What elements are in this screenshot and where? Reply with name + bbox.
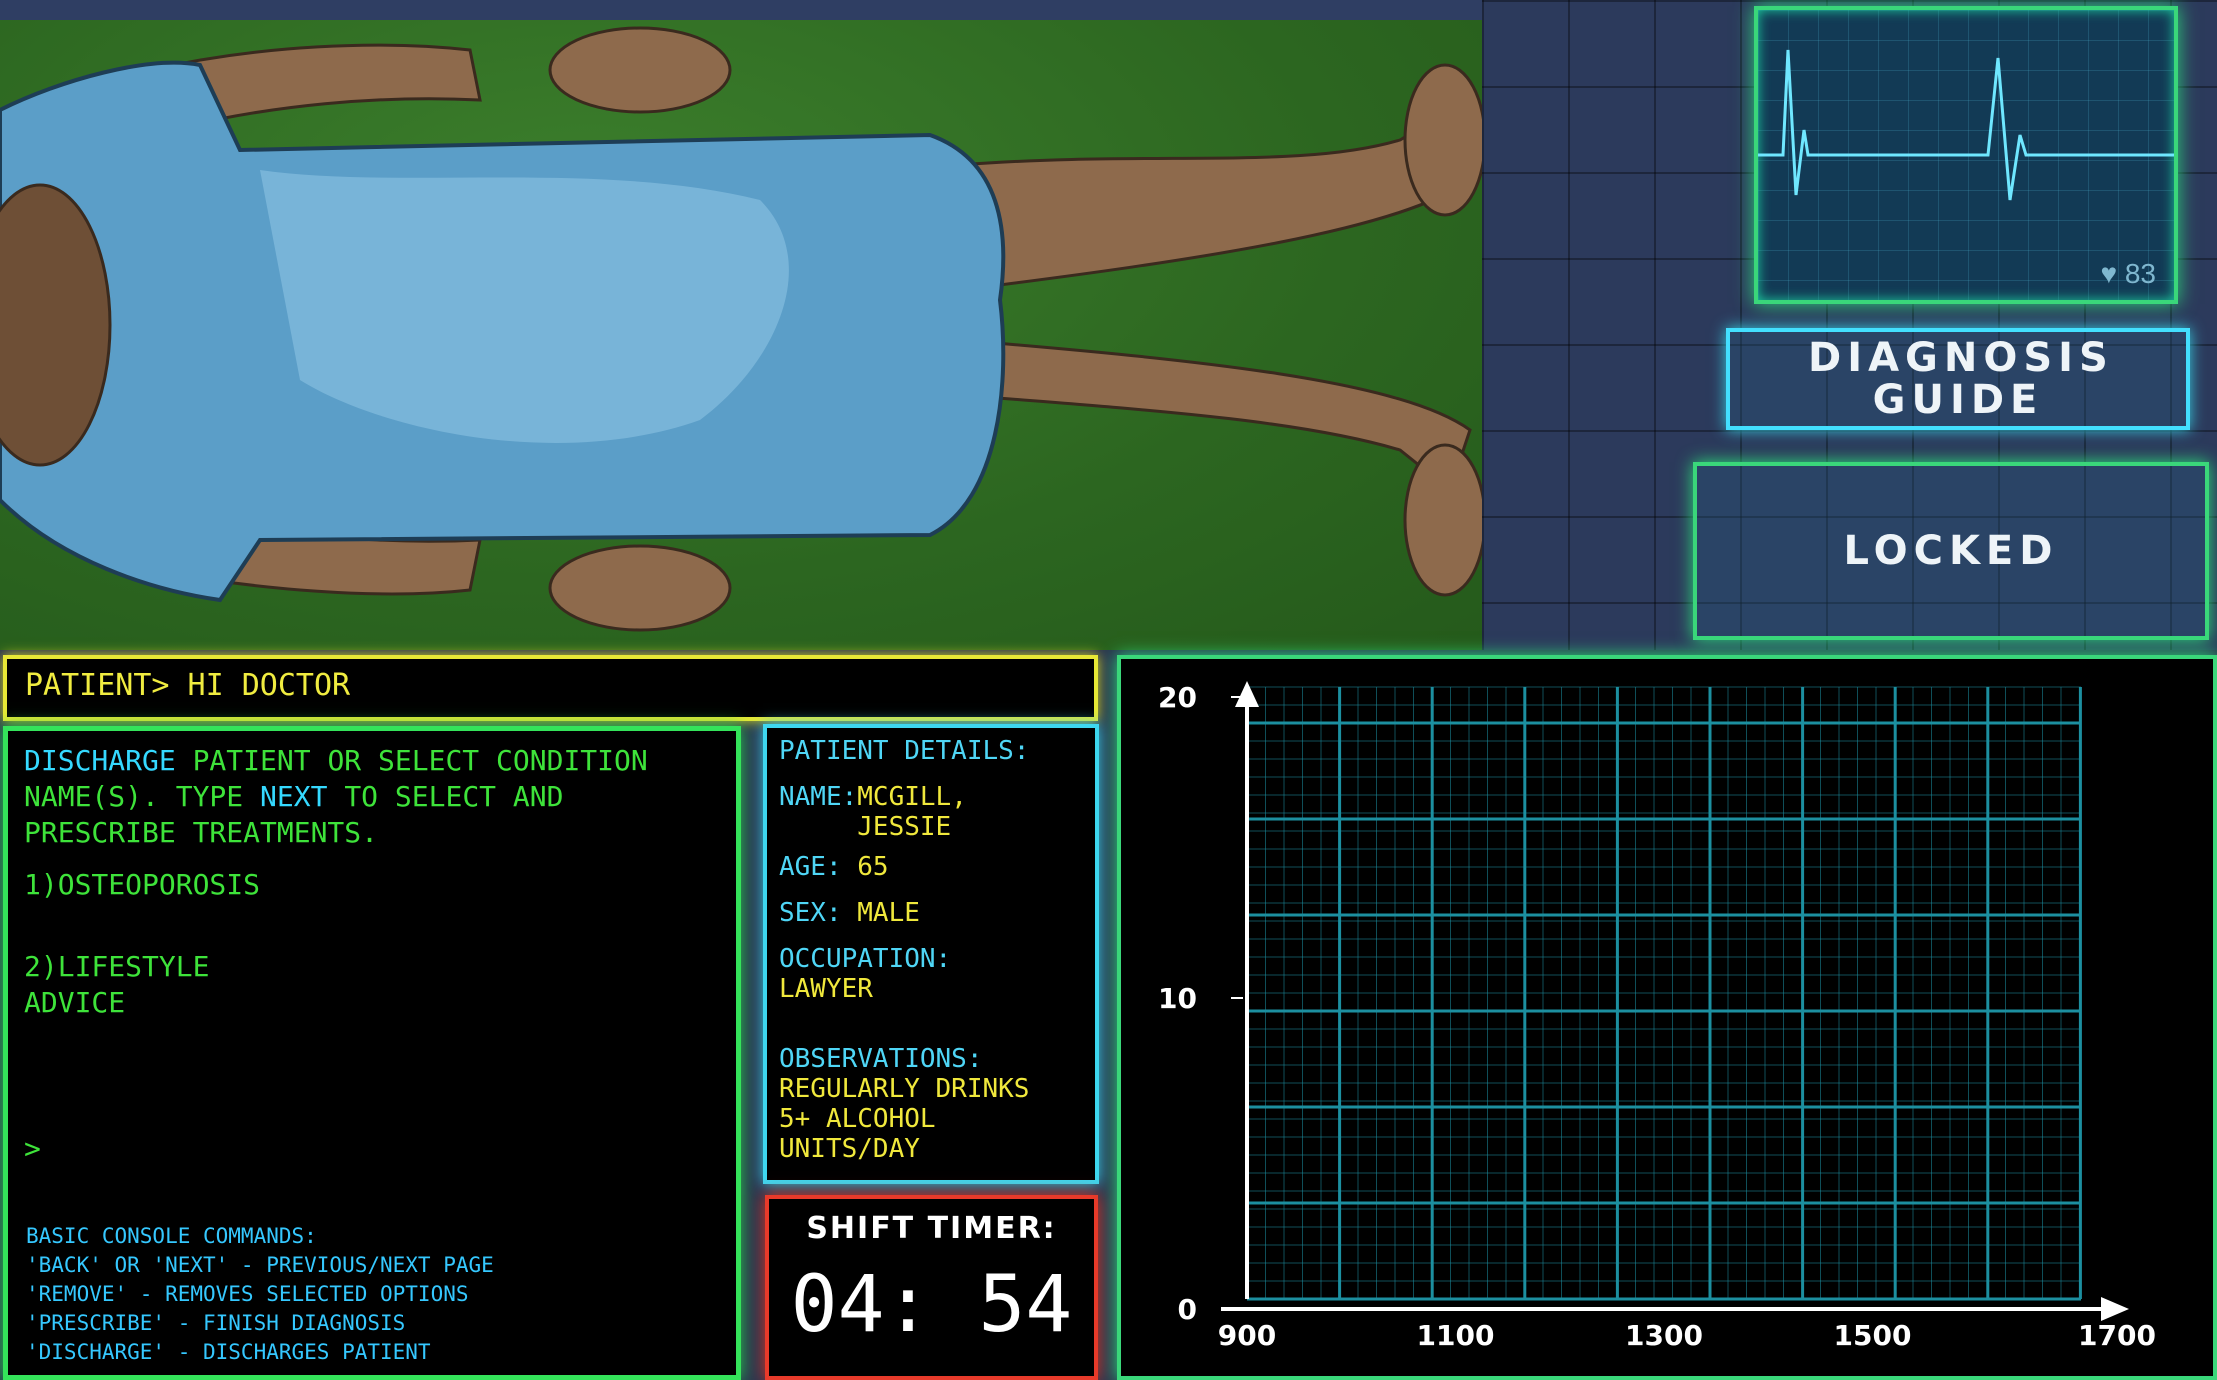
patient-age: 65 xyxy=(857,852,889,882)
patient-details-panel: PATIENT DETAILS: NAME: MCGILL, JESSIE AG… xyxy=(763,724,1099,1184)
y-tick-label: 20 xyxy=(1158,681,1197,714)
shift-timer-label: SHIFT TIMER: xyxy=(806,1211,1057,1246)
vitals-chart-panel: 0 10 20 900 1100 1300 1500 1700 xyxy=(1117,655,2217,1380)
x-tick-label: 1700 xyxy=(2078,1319,2156,1352)
condition-option[interactable]: 1)OSTEOPOROSIS xyxy=(24,867,720,903)
heart-rate-readout: ♥ 83 xyxy=(2100,258,2156,290)
patient-occupation: LAWYER xyxy=(779,974,873,1004)
heart-icon: ♥ xyxy=(2100,258,2118,289)
diagnosis-guide-label: DIAGNOSIS GUIDE xyxy=(1808,335,2114,423)
console-commands-help: BASIC CONSOLE COMMANDS: 'BACK' OR 'NEXT'… xyxy=(26,1224,494,1364)
age-row: AGE: 65 xyxy=(779,852,889,882)
vitals-chart: 0 10 20 900 1100 1300 1500 1700 xyxy=(1158,681,2156,1352)
shift-timer: SHIFT TIMER: 04: 54 xyxy=(765,1195,1098,1380)
ecg-trace xyxy=(1758,49,2174,201)
details-title: PATIENT DETAILS: xyxy=(779,736,1030,766)
patient-dialogue-bar: PATIENT> HI DOCTOR xyxy=(3,655,1098,721)
occupation-row: OCCUPATION: LAWYER xyxy=(779,944,1083,1004)
y-tick-label: 0 xyxy=(1178,1293,1197,1326)
condition-option[interactable]: 2)LIFESTYLE ADVICE xyxy=(24,949,224,1021)
command-console[interactable]: DISCHARGE PATIENT OR SELECT CONDITION NA… xyxy=(3,726,741,1380)
console-instructions: DISCHARGE PATIENT OR SELECT CONDITION NA… xyxy=(24,744,648,849)
diagnosis-guide-button[interactable]: DIAGNOSIS GUIDE xyxy=(1726,328,2190,430)
patient-view xyxy=(0,0,1482,650)
heart-rate-value: 83 xyxy=(2124,258,2156,289)
x-tick-label: 1500 xyxy=(1834,1319,1912,1352)
x-tick-label: 1100 xyxy=(1417,1319,1495,1352)
next-keyword: NEXT xyxy=(260,780,328,813)
patient-name: MCGILL, JESSIE xyxy=(857,782,967,842)
heart-monitor: ♥ 83 xyxy=(1754,6,2178,304)
discharge-keyword: DISCHARGE xyxy=(24,744,176,777)
locked-button[interactable]: LOCKED xyxy=(1693,462,2209,640)
observations-row: OBSERVATIONS: REGULARLY DRINKS 5+ ALCOHO… xyxy=(779,1044,1083,1164)
console-prompt[interactable]: > xyxy=(24,1131,720,1167)
x-tick-label: 1300 xyxy=(1625,1319,1703,1352)
patient-sex: MALE xyxy=(857,898,920,928)
dialogue-text: PATIENT> HI DOCTOR xyxy=(25,668,351,703)
locked-label: LOCKED xyxy=(1843,528,2059,574)
y-axis-arrow xyxy=(1235,681,1259,707)
shift-timer-value: 04: 54 xyxy=(790,1260,1073,1350)
x-axis-arrow xyxy=(2101,1297,2129,1321)
name-row: NAME: MCGILL, JESSIE xyxy=(779,782,1083,842)
x-tick-label: 900 xyxy=(1218,1319,1276,1352)
y-tick-label: 10 xyxy=(1158,982,1197,1015)
patient-illustration xyxy=(0,26,1482,632)
sex-row: SEX: MALE xyxy=(779,898,920,928)
patient-observations: REGULARLY DRINKS 5+ ALCOHOL UNITS/DAY xyxy=(779,1074,1030,1164)
